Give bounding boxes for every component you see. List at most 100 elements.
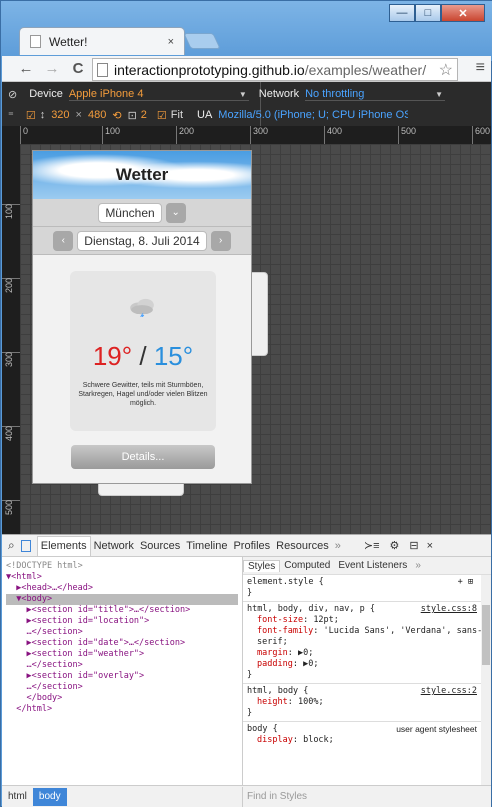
date-label: Dienstag, 8. Juli 2014 <box>77 230 207 251</box>
rule-close: } <box>247 588 253 598</box>
new-tab-button[interactable] <box>183 33 221 49</box>
forward-icon[interactable]: → <box>42 60 62 77</box>
scrollbar-thumb[interactable] <box>482 605 490 665</box>
dom-line[interactable]: <!DOCTYPE html> <box>6 561 238 572</box>
css-property[interactable]: font-family: 'Lucida Sans', 'Verdana', s… <box>247 626 487 648</box>
maximize-button[interactable]: □ <box>415 4 441 22</box>
dom-line[interactable]: ▶<section id="location"> <box>6 616 238 627</box>
breadcrumb-body[interactable]: body <box>32 787 67 806</box>
location-section: München ⌄ <box>33 199 251 227</box>
ua-field[interactable]: Mozilla/5.0 (iPhone; U; CPU iPhone OS 4_ <box>218 109 408 121</box>
tab-timeline[interactable]: Timeline <box>183 540 230 552</box>
css-rule: body { user agent stylesheet display: blo… <box>243 722 491 748</box>
css-property[interactable]: height: 100%; <box>247 697 487 708</box>
tab-network[interactable]: Network <box>91 540 137 552</box>
css-property[interactable]: margin: ▶0; <box>247 648 487 659</box>
weather-app-page: Wetter München ⌄ ‹ Dienstag, 8. Juli 201… <box>32 150 252 484</box>
prop-name: font-family <box>257 626 314 636</box>
dom-line[interactable]: ▶<section id="date">…</section> <box>6 638 238 649</box>
app-title: Wetter <box>115 165 169 184</box>
rule-source-link[interactable]: style.css:2 <box>421 686 477 697</box>
dom-line[interactable]: </html> <box>6 704 238 715</box>
bookmark-star-icon[interactable]: ☆ <box>436 60 453 80</box>
next-day-icon[interactable]: › <box>210 230 231 251</box>
device-mode-icon[interactable] <box>20 539 31 552</box>
close-button[interactable]: ✕ <box>441 4 485 22</box>
ruler-tick: 400 <box>324 126 342 144</box>
dock-icon[interactable]: ⊟ <box>409 539 418 552</box>
dom-line[interactable]: ▼<html> <box>6 572 238 583</box>
ruler-tick: 0 <box>20 126 28 144</box>
dom-line[interactable]: </body> <box>6 693 238 704</box>
tab-styles[interactable]: Styles <box>243 559 281 572</box>
address-bar[interactable]: interactionprototyping.github.io/example… <box>92 58 458 81</box>
network-label: Network <box>258 88 300 100</box>
search-icon[interactable]: ⌕ <box>8 538 15 553</box>
media-icon[interactable]: ⁼ <box>8 109 14 122</box>
rule-source-link[interactable]: style.css:8 <box>421 604 477 615</box>
temp-high: 19° <box>92 341 133 371</box>
back-icon[interactable]: ← <box>16 60 36 77</box>
tab-computed[interactable]: Computed <box>280 560 334 571</box>
ruler-tick: 200 <box>2 278 20 293</box>
more-tabs-icon[interactable]: » <box>332 540 344 552</box>
tab-sources[interactable]: Sources <box>137 540 183 552</box>
height-field[interactable]: 480 <box>88 109 106 121</box>
tab-profiles[interactable]: Profiles <box>230 540 273 552</box>
reload-icon[interactable]: C <box>68 60 88 77</box>
add-rule-icon[interactable]: + ⊞ <box>458 577 473 588</box>
dom-line[interactable]: …</section> <box>6 660 238 671</box>
gear-icon[interactable]: ⚙ <box>390 539 400 552</box>
styles-scrollbar[interactable] <box>481 575 491 785</box>
fit-checkbox-icon[interactable]: ☑ <box>157 109 167 122</box>
ruler-tick: 400 <box>2 426 20 441</box>
dom-line[interactable]: …</section> <box>6 682 238 693</box>
details-button[interactable]: Details... <box>71 445 215 469</box>
dom-line[interactable]: ▶<head>…</head> <box>6 583 238 594</box>
dpr-icon: ⊡ <box>127 109 137 122</box>
width-field[interactable]: 320 <box>51 109 69 121</box>
more-style-tabs-icon[interactable]: » <box>411 560 425 571</box>
network-select[interactable]: No throttling <box>305 88 446 101</box>
browser-tab[interactable]: Wetter! × <box>19 27 185 55</box>
emulated-viewport: Wetter München ⌄ ‹ Dienstag, 8. Juli 201… <box>20 144 491 534</box>
minimize-button[interactable]: — <box>389 4 415 22</box>
tab-close-icon[interactable]: × <box>168 36 174 48</box>
dom-line[interactable]: ▶<section id="title">…</section> <box>6 605 238 616</box>
prop-name: margin <box>257 648 288 658</box>
ruler-tick: 500 <box>398 126 416 144</box>
prop-value: 12pt; <box>313 615 339 625</box>
breadcrumb-html[interactable]: html <box>2 791 33 802</box>
rule-source-label: user agent stylesheet <box>396 724 477 734</box>
device-select[interactable]: Apple iPhone 4 <box>68 88 249 101</box>
console-icon[interactable]: ≻≡ <box>364 539 380 552</box>
date-section: ‹ Dienstag, 8. Juli 2014 › <box>33 227 251 255</box>
dom-line[interactable]: …</section> <box>6 627 238 638</box>
tab-event-listeners[interactable]: Event Listeners <box>334 560 411 571</box>
dom-line[interactable]: ▶<section id="weather"> <box>6 649 238 660</box>
css-property[interactable]: display: block; <box>247 735 487 746</box>
find-in-styles-input[interactable]: Find in Styles <box>242 787 491 807</box>
close-icon[interactable]: × <box>427 540 433 552</box>
dom-line-selected[interactable]: ▼<body> <box>6 594 238 605</box>
swap-dimensions-icon[interactable]: ⟲ <box>112 109 121 122</box>
url-host: interactionprototyping.github.io <box>114 61 305 78</box>
rule-selector: body { <box>247 724 278 734</box>
dpr-field[interactable]: 2 <box>141 109 147 121</box>
chevron-down-icon[interactable]: ⌄ <box>165 202 186 223</box>
css-property[interactable]: padding: ▶0; <box>247 659 487 670</box>
tab-elements[interactable]: Elements <box>36 535 91 556</box>
resize-checkbox-icon[interactable]: ☑ <box>26 109 36 122</box>
emulation-row-top: ⊘ Device Apple iPhone 4 ▼ Network No thr… <box>2 84 491 104</box>
window-titlebar[interactable]: — □ ✕ Wetter! × <box>1 1 492 61</box>
ruler-tick-label: 400 <box>4 425 14 441</box>
dom-line[interactable]: ▶<section id="overlay"> <box>6 671 238 682</box>
emulation-toggle-icon[interactable]: ⊘ <box>8 88 17 101</box>
tab-resources[interactable]: Resources <box>273 540 332 552</box>
page-info-icon[interactable] <box>97 62 108 77</box>
menu-icon[interactable]: ≡ <box>476 59 485 77</box>
location-select[interactable]: München <box>98 202 162 223</box>
dom-tree: <!DOCTYPE html> ▼<html> ▶<head>…</head> … <box>2 557 242 785</box>
css-property[interactable]: font-size: 12pt; <box>247 615 487 626</box>
prev-day-icon[interactable]: ‹ <box>53 230 74 251</box>
